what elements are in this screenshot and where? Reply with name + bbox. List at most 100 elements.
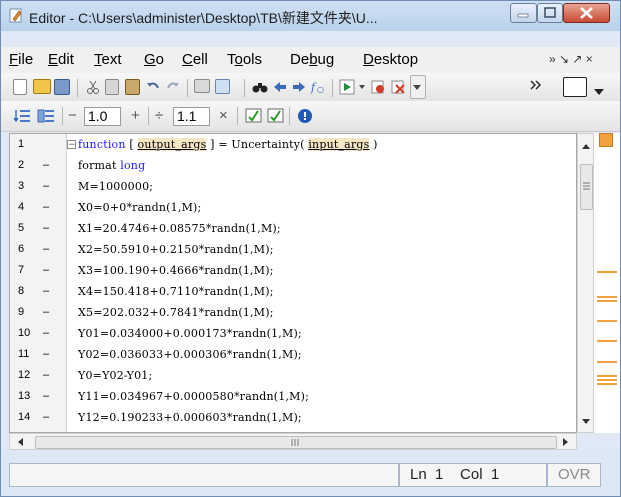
- scroll-down-icon[interactable]: [581, 418, 591, 426]
- code-line[interactable]: 3 – M=1000000;: [10, 176, 570, 197]
- breakpoint-marker[interactable]: –: [43, 369, 49, 381]
- paste-icon[interactable]: [125, 79, 140, 95]
- code-line[interactable]: 1 − function [ output_args ] = Uncertain…: [10, 134, 570, 155]
- cut-icon[interactable]: [85, 79, 101, 95]
- multiply-button[interactable]: ×: [219, 107, 228, 124]
- mlint-warning-marker[interactable]: [597, 375, 617, 377]
- breakpoint-marker[interactable]: –: [43, 222, 49, 234]
- go-back-icon[interactable]: [272, 79, 288, 95]
- code-line[interactable]: 7 – X3=100.190+0.4666*randn(1,M);: [10, 260, 570, 281]
- help-icon[interactable]: [297, 108, 313, 124]
- mlint-warning-marker[interactable]: [597, 383, 617, 385]
- col-label: Col: [460, 466, 483, 483]
- menu-go[interactable]: Go: [144, 51, 164, 68]
- breakpoint-marker[interactable]: –: [43, 264, 49, 276]
- menu-tools[interactable]: Tools: [227, 51, 262, 68]
- breakpoint-marker[interactable]: –: [43, 159, 49, 171]
- code-editor[interactable]: 1 − function [ output_args ] = Uncertain…: [9, 133, 577, 433]
- scroll-left-icon[interactable]: [16, 437, 24, 447]
- mlint-warning-marker[interactable]: [597, 300, 617, 302]
- save-icon[interactable]: [54, 79, 70, 95]
- status-message: [9, 463, 399, 487]
- mlint-warning-marker[interactable]: [597, 361, 617, 363]
- breakpoint-marker[interactable]: –: [43, 285, 49, 297]
- insert-cell-divider-icon[interactable]: [13, 108, 30, 124]
- print-icon[interactable]: [194, 79, 210, 93]
- divide-button[interactable]: ÷: [155, 107, 163, 124]
- code-line[interactable]: 6 – X2=50.5910+0.2150*randn(1,M);: [10, 239, 570, 260]
- breakpoint-marker[interactable]: –: [43, 411, 49, 423]
- code-text: Y01=0.034000+0.000173*randn(1,M);: [78, 327, 302, 340]
- title-bar[interactable]: Editor - C:\Users\administer\Desktop\TB\…: [1, 1, 620, 31]
- undo-icon[interactable]: [145, 79, 161, 95]
- menu-text[interactable]: Text: [94, 51, 122, 68]
- breakpoint-marker[interactable]: –: [43, 201, 49, 213]
- code-line[interactable]: 4 – X0=0+0*randn(1,M);: [10, 197, 570, 218]
- breakpoint-marker[interactable]: –: [43, 180, 49, 192]
- code-line[interactable]: 2 – format long: [10, 155, 570, 176]
- mlint-status-indicator[interactable]: [599, 133, 613, 147]
- toolbar-separator: [289, 107, 290, 125]
- close-button[interactable]: [563, 3, 610, 23]
- show-cell-titles-icon[interactable]: [245, 108, 262, 124]
- menu-debug[interactable]: Debug: [290, 51, 334, 68]
- minimize-button[interactable]: [510, 3, 537, 23]
- open-folder-icon[interactable]: [33, 79, 51, 94]
- toolbar-overflow-icon[interactable]: [529, 77, 545, 93]
- code-line[interactable]: 13 – Y11=0.034967+0.0000580*randn(1,M);: [10, 386, 570, 407]
- menu-desktop[interactable]: Desktop: [363, 51, 418, 68]
- code-fold-icon[interactable]: −: [67, 140, 76, 150]
- copy-icon[interactable]: [105, 79, 119, 95]
- menu-window-controls[interactable]: » ↘ ↗ ×: [549, 52, 593, 66]
- code-line[interactable]: 12 – Y0=Y02-Y01;: [10, 365, 570, 386]
- menu-file[interactable]: File: [9, 51, 33, 68]
- code-text: M=1000000;: [78, 180, 154, 193]
- dock-dropdown-icon[interactable]: [593, 83, 609, 99]
- mlint-warning-marker[interactable]: [597, 271, 617, 273]
- function-icon[interactable]: f ○: [310, 79, 326, 95]
- go-forward-icon[interactable]: [291, 79, 307, 95]
- ln-label: Ln: [410, 466, 427, 483]
- run-icon[interactable]: [339, 79, 355, 95]
- breakpoint-marker[interactable]: –: [43, 390, 49, 402]
- vertical-scroll-thumb[interactable]: [580, 164, 593, 210]
- breakpoint-dropdown-icon[interactable]: [410, 75, 426, 99]
- new-file-icon[interactable]: [13, 79, 27, 95]
- maximize-button[interactable]: [537, 3, 563, 23]
- scroll-up-icon[interactable]: [581, 142, 591, 150]
- mlint-warning-marker[interactable]: [597, 379, 617, 381]
- evaluate-cell-icon[interactable]: [37, 108, 54, 124]
- menu-edit[interactable]: Edit: [48, 51, 74, 68]
- decrement-button[interactable]: −: [68, 107, 77, 124]
- menu-cell[interactable]: Cell: [182, 51, 208, 68]
- factor-value-field[interactable]: 1.1: [173, 107, 210, 126]
- find-icon[interactable]: [252, 79, 268, 95]
- breakpoint-marker[interactable]: –: [43, 243, 49, 255]
- breakpoint-marker[interactable]: –: [43, 306, 49, 318]
- increment-button[interactable]: +: [131, 107, 140, 124]
- mlint-warning-marker[interactable]: [597, 296, 617, 298]
- code-line[interactable]: 5 – X1=20.4746+0.08575*randn(1,M);: [10, 218, 570, 239]
- increment-value-field[interactable]: 1.0: [84, 107, 121, 126]
- grip-icon: [291, 439, 299, 446]
- set-breakpoint-icon[interactable]: [370, 79, 386, 95]
- clear-breakpoints-icon[interactable]: [390, 79, 406, 95]
- mlint-warning-marker[interactable]: [597, 340, 617, 342]
- mlint-warning-marker[interactable]: [597, 320, 617, 322]
- code-line[interactable]: 10 – Y01=0.034000+0.000173*randn(1,M);: [10, 323, 570, 344]
- breakpoint-marker[interactable]: –: [43, 348, 49, 360]
- code-text: Y11=0.034967+0.0000580*randn(1,M);: [78, 390, 310, 403]
- horizontal-scroll-thumb[interactable]: [35, 436, 557, 449]
- scroll-right-icon[interactable]: [562, 437, 570, 447]
- redo-icon[interactable]: [165, 79, 181, 95]
- vertical-scrollbar[interactable]: [577, 133, 594, 433]
- code-line[interactable]: 9 – X5=202.032+0.7841*randn(1,M);: [10, 302, 570, 323]
- horizontal-scrollbar[interactable]: [9, 433, 577, 450]
- code-line[interactable]: 11 – Y02=0.036033+0.000306*randn(1,M);: [10, 344, 570, 365]
- breakpoint-marker[interactable]: –: [43, 327, 49, 339]
- print-preview-icon[interactable]: [215, 79, 230, 94]
- dock-toggle-icon[interactable]: [563, 77, 587, 97]
- code-line[interactable]: 14 – Y12=0.190233+0.000603*randn(1,M);: [10, 407, 570, 428]
- hide-cell-titles-icon[interactable]: [267, 108, 284, 124]
- code-line[interactable]: 8 – X4=150.418+0.7110*randn(1,M);: [10, 281, 570, 302]
